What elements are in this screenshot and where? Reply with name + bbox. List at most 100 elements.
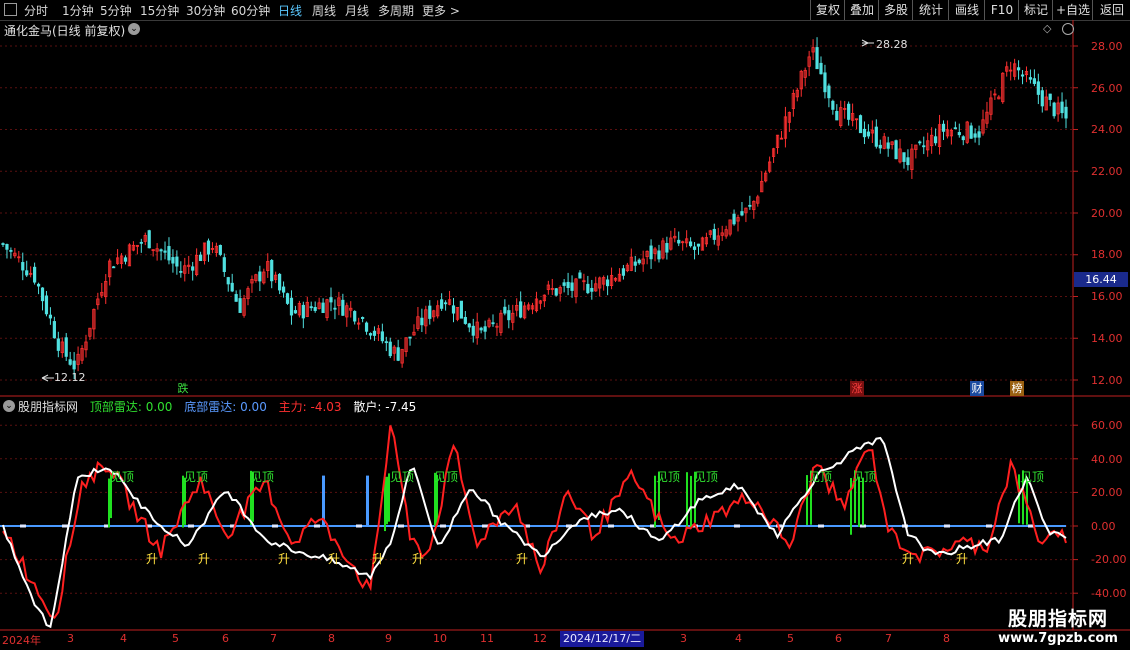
- top-signal-label: 见顶: [390, 470, 414, 484]
- candle-body: [396, 347, 400, 361]
- candle-body: [443, 302, 448, 305]
- candle-body: [1064, 106, 1068, 119]
- top-radar-value: 顶部雷达: 0.00: [89, 400, 173, 414]
- candle-body: [64, 337, 68, 357]
- indicator-tick: 40.00: [1091, 453, 1123, 466]
- bottom-signal-label: 升: [328, 552, 340, 566]
- candle-body: [36, 283, 41, 287]
- candle-body: [175, 256, 179, 267]
- cursor-date-box: 2024/12/17/二: [560, 631, 645, 647]
- candle-body: [503, 306, 507, 314]
- candle-body: [329, 297, 333, 303]
- candle-body: [590, 287, 594, 292]
- main-force-value: 主力: -4.03: [278, 400, 342, 414]
- zero-dash: [314, 524, 320, 528]
- price-tick: 24.00: [1091, 123, 1123, 136]
- candle-body: [819, 62, 823, 75]
- candle-body: [384, 341, 388, 344]
- low-price-label: 12.12: [54, 371, 86, 384]
- top-signal-bar: [690, 475, 692, 529]
- bottom-signal-label: 升: [146, 552, 158, 566]
- candle-body: [570, 282, 574, 291]
- candle-body: [740, 211, 744, 216]
- badge-finance[interactable]: 财: [970, 381, 984, 396]
- x-axis-label: 2024年: [2, 634, 41, 647]
- chevron-down-icon[interactable]: ⌄: [3, 400, 15, 412]
- high-price-label: 28.28: [876, 38, 908, 51]
- badge-rank[interactable]: 榜: [1010, 381, 1024, 396]
- candle-body: [278, 273, 282, 291]
- candle-body: [9, 250, 13, 252]
- candle-body: [218, 244, 222, 255]
- candle-body: [459, 300, 463, 319]
- bottom-signal-bar: [366, 475, 369, 526]
- candle-body: [234, 294, 238, 302]
- top-signal-label: 见顶: [1020, 470, 1044, 484]
- low-arrow-icon: [41, 374, 54, 382]
- top-signal-label: 见顶: [808, 470, 832, 484]
- candle-body: [147, 230, 151, 249]
- price-tick: 28.00: [1091, 40, 1123, 53]
- circle-menu-icon[interactable]: [1062, 23, 1074, 35]
- candle-body: [961, 136, 965, 141]
- candle-body: [40, 287, 45, 302]
- candle-body: [364, 322, 369, 332]
- candle-body: [428, 305, 432, 319]
- x-axis-label: 12: [533, 632, 547, 645]
- badge-rise[interactable]: 涨: [850, 381, 864, 396]
- high-arrow-icon: [861, 39, 874, 47]
- candle-body: [48, 314, 53, 319]
- zero-dash: [482, 524, 488, 528]
- top-signal-label: 见顶: [656, 470, 680, 484]
- stock-chart[interactable]: 见顶 见顶 见顶 见顶 见顶 见顶 见顶 见顶 见顶 见顶升升升升升升升升升: [0, 0, 1130, 650]
- candle-body: [1048, 93, 1052, 100]
- candle-body: [633, 261, 637, 266]
- bottom-radar-value: 底部雷达: 0.00: [184, 400, 267, 414]
- candle-body: [1052, 102, 1056, 117]
- x-axis-label: 5: [172, 632, 179, 645]
- diamond-icon[interactable]: ◇: [1043, 22, 1051, 35]
- candle-body: [606, 279, 610, 287]
- candle-body: [906, 157, 910, 166]
- candle-body: [372, 330, 377, 336]
- candle-body: [139, 241, 143, 244]
- candle-body: [894, 140, 898, 160]
- candle-body: [827, 85, 831, 99]
- bottom-signal-label: 升: [372, 552, 384, 566]
- price-tick: 18.00: [1091, 248, 1123, 261]
- x-axis-label: 3: [67, 632, 74, 645]
- candle-body: [68, 359, 72, 365]
- candle-body: [918, 141, 922, 144]
- candle-body: [25, 270, 29, 276]
- x-axis-label: 8: [943, 632, 950, 645]
- retail-value: 散户: -7.45: [353, 400, 417, 414]
- candle-body: [309, 306, 313, 309]
- candle-body: [463, 316, 467, 324]
- x-axis-label: 9: [385, 632, 392, 645]
- candle-body: [973, 133, 977, 138]
- zero-dash: [986, 524, 992, 528]
- candle-body: [301, 304, 305, 319]
- top-signal-bar: [184, 477, 186, 525]
- zero-dash: [188, 524, 194, 528]
- chevron-down-icon[interactable]: ⌄: [128, 23, 140, 35]
- candle-body: [677, 239, 681, 244]
- candle-body: [171, 257, 175, 264]
- top-signal-bar: [862, 477, 864, 526]
- candle-body: [1, 243, 5, 245]
- candle-body: [519, 301, 523, 318]
- bottom-signal-label: 升: [902, 552, 914, 566]
- top-signal-label: 见顶: [434, 470, 458, 484]
- candle-body: [471, 325, 475, 336]
- candle-body: [44, 295, 49, 315]
- x-axis-label: 8: [328, 632, 335, 645]
- candle-body: [977, 131, 981, 138]
- current-price-tag: 16.44: [1074, 272, 1128, 287]
- x-axis-label: 11: [480, 632, 494, 645]
- x-axis-label: 6: [835, 632, 842, 645]
- badge-fall[interactable]: 跌: [176, 381, 190, 396]
- candle-body: [862, 128, 867, 138]
- indicator-tick: -20.00: [1091, 553, 1127, 566]
- candle-body: [420, 317, 424, 326]
- candle-body: [1040, 90, 1044, 107]
